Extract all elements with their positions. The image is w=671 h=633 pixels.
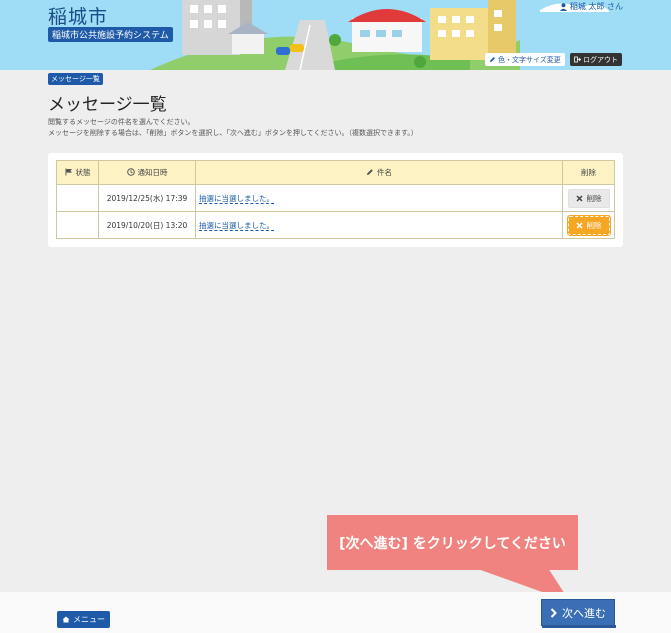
row-status xyxy=(56,184,99,212)
table-header-row: 状態 通知日時 件名 削除 xyxy=(56,160,615,185)
message-panel: 状態 通知日時 件名 削除 2019/12/25(水) 17:39 抽選に当選し… xyxy=(48,153,623,247)
breadcrumb: メッセージ一覧 xyxy=(48,73,103,85)
user-name-label: 稲城 太郎 さん xyxy=(569,2,623,11)
row-date: 2019/10/20(日) 13:20 xyxy=(98,211,196,239)
message-table: 状態 通知日時 件名 削除 2019/12/25(水) 17:39 抽選に当選し… xyxy=(56,160,615,239)
column-delete-label: 削除 xyxy=(581,168,596,177)
menu-button-label: メニュー xyxy=(73,615,105,624)
clock-icon xyxy=(126,168,135,177)
pencil-icon xyxy=(490,57,495,62)
chevron-right-icon xyxy=(550,607,557,618)
description-line-1: 閲覧するメッセージの件名を選んでください。 xyxy=(48,118,195,126)
row-date: 2019/12/25(水) 17:39 xyxy=(98,184,196,212)
column-status: 状態 xyxy=(56,160,99,185)
display-settings-label: 色・文字サイズ変更 xyxy=(498,55,561,64)
column-delete: 削除 xyxy=(562,160,615,185)
column-status-label: 状態 xyxy=(75,167,91,177)
table-row: 2019/10/20(日) 13:20 抽選に当選しました。 削除 xyxy=(56,211,615,239)
row-status xyxy=(56,211,99,239)
display-settings-button[interactable]: 色・文字サイズ変更 xyxy=(485,53,565,66)
user-icon xyxy=(559,2,567,11)
city-name: 稲城市 xyxy=(48,6,109,28)
page-title: メッセージ一覧 xyxy=(48,95,167,115)
footer-bar: メニュー 次へ進む xyxy=(0,592,671,633)
logout-button[interactable]: ログアウト xyxy=(570,53,622,66)
system-name: 稲城市公共施設予約システム xyxy=(48,27,173,42)
delete-button-label: 削除 xyxy=(586,220,602,230)
next-button[interactable]: 次へ進む xyxy=(541,599,616,628)
home-icon xyxy=(62,616,70,623)
page-description: 閲覧するメッセージの件名を選んでください。 メッセージを削除する場合は、「削除」… xyxy=(48,117,418,139)
row-delete: 削除 xyxy=(562,211,615,239)
logout-icon xyxy=(574,56,581,63)
delete-button[interactable]: 削除 xyxy=(567,188,610,208)
menu-button[interactable]: メニュー xyxy=(57,611,110,628)
message-subject-link[interactable]: 抽選に当選しました。 xyxy=(199,220,274,231)
pencil-icon xyxy=(367,169,373,176)
column-date: 通知日時 xyxy=(98,160,196,185)
next-button-label: 次へ進む xyxy=(562,606,606,620)
logout-label: ログアウト xyxy=(583,55,618,64)
row-delete: 削除 xyxy=(562,184,615,212)
delete-button-selected[interactable]: 削除 xyxy=(566,214,611,236)
column-date-label: 通知日時 xyxy=(137,167,168,177)
table-row: 2019/12/25(水) 17:39 抽選に当選しました。 削除 xyxy=(56,184,615,212)
close-icon xyxy=(575,194,583,202)
site-header: 稲城市 稲城市公共施設予約システム 稲城 太郎 さん 色・文字サイズ変更 ログア… xyxy=(0,0,671,70)
instruction-tooltip: [次へ進む] をクリックしてください xyxy=(327,515,578,570)
message-subject-link[interactable]: 抽選に当選しました。 xyxy=(199,193,274,204)
flag-icon xyxy=(65,168,72,176)
column-subject: 件名 xyxy=(195,160,563,185)
row-subject: 抽選に当選しました。 xyxy=(195,184,563,212)
delete-button-label: 削除 xyxy=(586,193,602,203)
user-name: 稲城 太郎 さん xyxy=(559,1,623,12)
close-icon xyxy=(575,221,583,229)
column-subject-label: 件名 xyxy=(377,167,392,177)
description-line-2: メッセージを削除する場合は、「削除」ボタンを選択し、「次へ進む」ボタンを押してく… xyxy=(48,129,418,137)
row-subject: 抽選に当選しました。 xyxy=(195,211,563,239)
